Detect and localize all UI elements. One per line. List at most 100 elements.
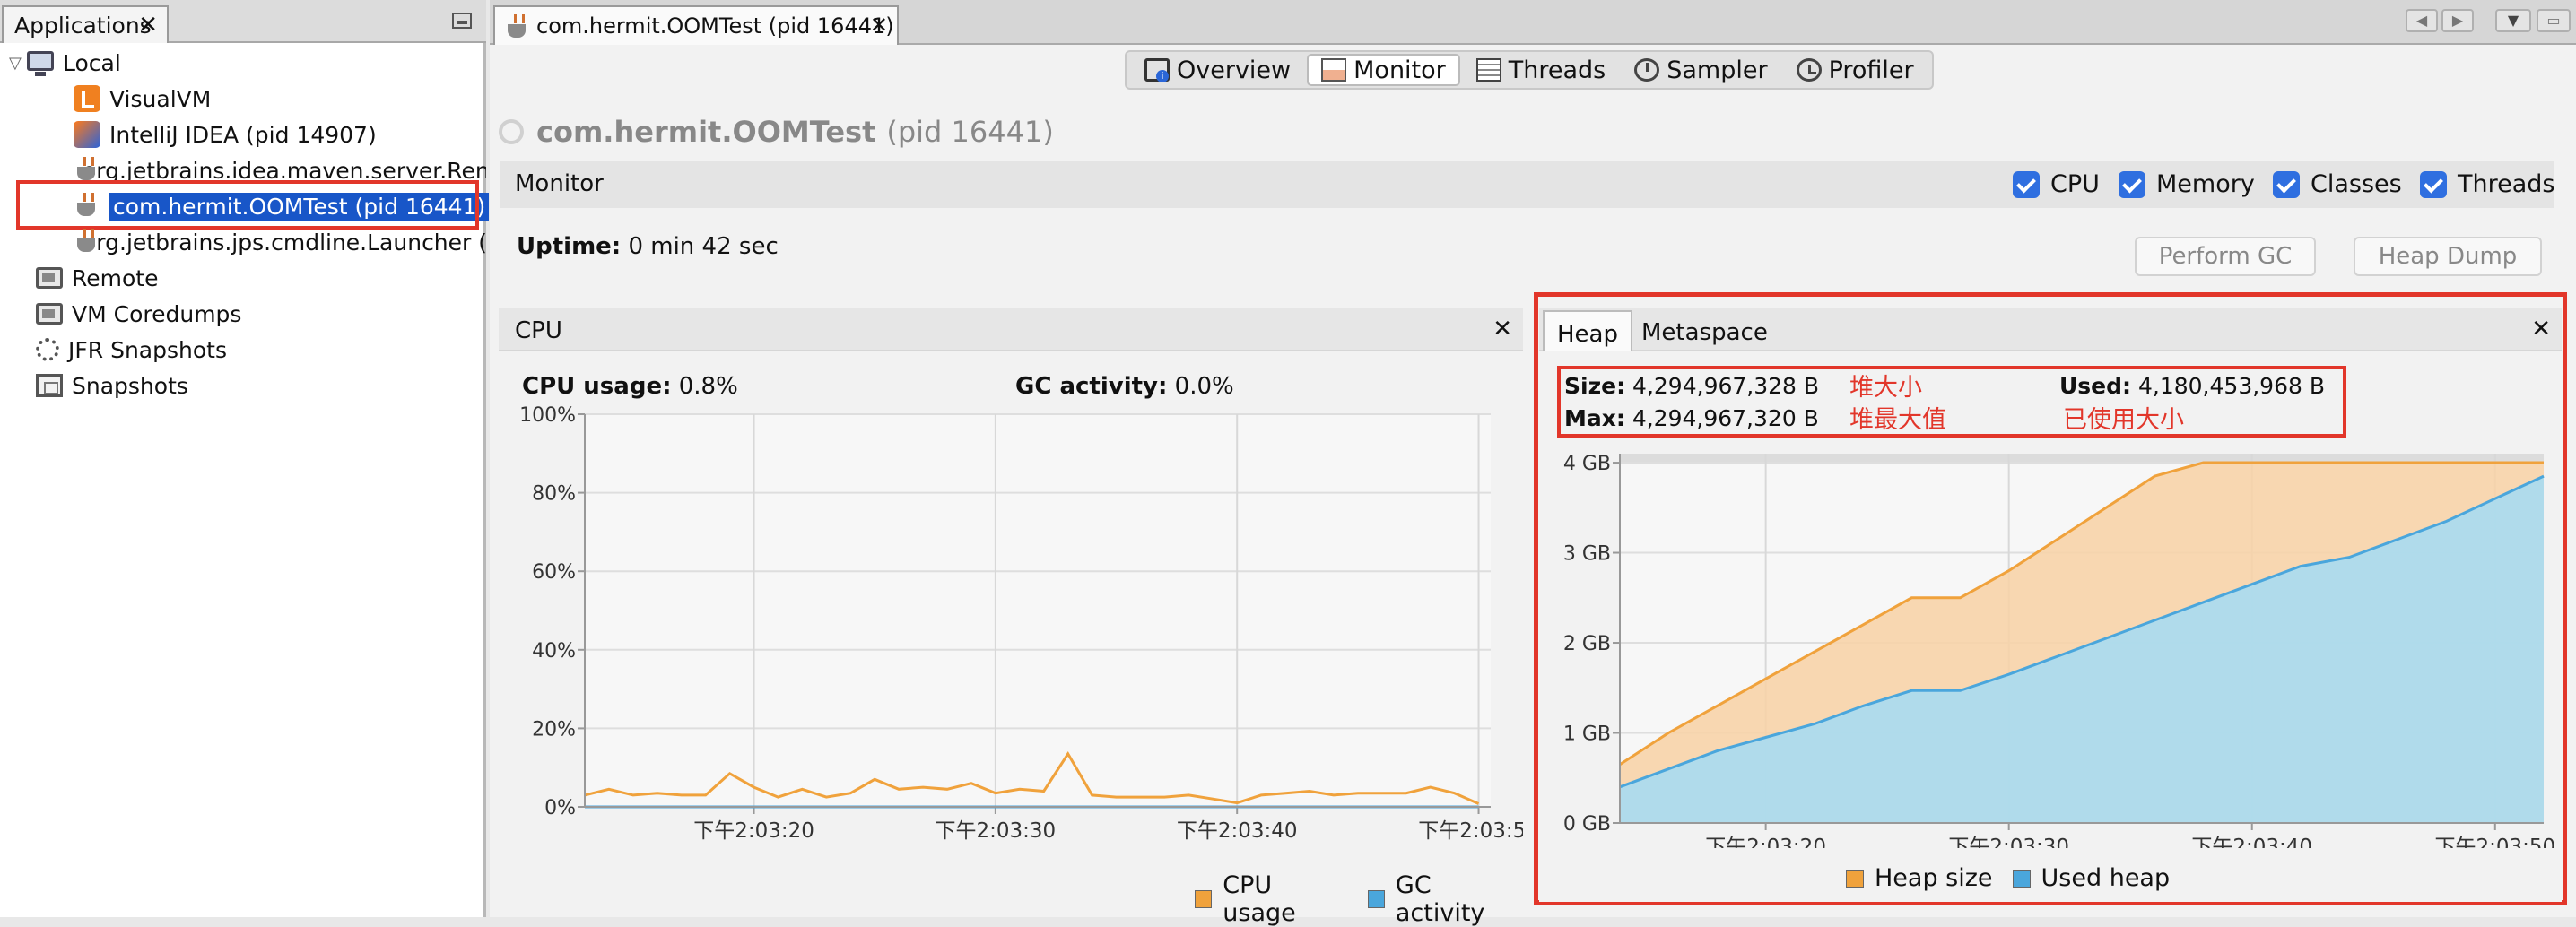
java-cup-icon bbox=[504, 14, 531, 41]
tree-node-snapshots[interactable]: Snapshots bbox=[36, 368, 188, 403]
x-tick-label: 下午2:03:50 bbox=[1418, 819, 1523, 843]
close-icon[interactable]: ✕ bbox=[1493, 316, 1512, 342]
legend-label-gc-activity: GC activity bbox=[1395, 871, 1485, 927]
status-indicator-icon bbox=[499, 119, 524, 144]
x-tick-label: 下午2:03:40 bbox=[2191, 836, 2312, 848]
tree-label: Snapshots bbox=[72, 372, 188, 399]
close-icon[interactable]: ✕ bbox=[870, 13, 888, 38]
threads-icon bbox=[1475, 58, 1501, 82]
cpu-panel-title: CPU bbox=[515, 317, 562, 344]
heap-tabbar: Heap Metaspace ✕ bbox=[1539, 308, 2562, 351]
tab-list-icon[interactable]: ▼ bbox=[2495, 9, 2531, 32]
document-tab[interactable]: com.hermit.OOMTest (pid 16441) ✕ bbox=[493, 5, 899, 45]
y-tick-label: 20% bbox=[532, 718, 576, 741]
close-icon[interactable]: ✕ bbox=[138, 12, 158, 39]
y-tick-label: 2 GB bbox=[1563, 633, 1611, 655]
tab-sampler[interactable]: Sampler bbox=[1622, 54, 1780, 86]
gc-activity-value: 0.0% bbox=[1174, 373, 1234, 400]
document-tab-label: com.hermit.OOMTest (pid 16441) bbox=[536, 13, 894, 39]
chevron-down-icon[interactable]: ▽ bbox=[9, 54, 27, 73]
heap-max-stat: Max: 4,294,967,320 B bbox=[1564, 405, 1819, 431]
tree-label-local: Local bbox=[63, 49, 121, 76]
y-tick-label: 100% bbox=[519, 405, 576, 427]
legend-label-heap-size: Heap size bbox=[1875, 864, 1993, 892]
heap-used-label: Used: bbox=[2059, 373, 2132, 399]
checkbox-checked-icon bbox=[2273, 170, 2300, 198]
uptime-value: 0 min 42 sec bbox=[628, 233, 779, 260]
tab-threads[interactable]: Threads bbox=[1464, 54, 1618, 86]
tree-item-jps-launcher[interactable]: org.jetbrains.jps.cmdline.Launcher ( bbox=[74, 224, 486, 260]
checkbox-classes[interactable]: Classes bbox=[2273, 170, 2402, 198]
intellij-icon bbox=[74, 121, 100, 148]
cpu-legend: CPU usage GC activity bbox=[1195, 871, 1523, 927]
tree-item-visualvm[interactable]: VisualVM bbox=[74, 81, 211, 117]
minimize-icon[interactable] bbox=[452, 13, 472, 29]
checkbox-label: CPU bbox=[2050, 170, 2100, 198]
tree-node-jfr-snapshots[interactable]: JFR Snapshots bbox=[36, 332, 227, 368]
monitor-label: Monitor bbox=[515, 170, 604, 197]
annotation-heap-used: 已使用大小 bbox=[2063, 406, 2184, 434]
y-tick-label: 80% bbox=[532, 483, 576, 506]
profiler-icon bbox=[1796, 58, 1822, 82]
y-tick-label: 0% bbox=[544, 797, 576, 819]
legend-swatch-used-heap bbox=[2012, 869, 2031, 888]
cpu-chart: 0% 20% 40% 60% 80% 100% 下午2:03:20 下午2:03:30 下午2:… bbox=[519, 405, 1523, 843]
gc-activity-label: GC activity: bbox=[1015, 373, 1168, 400]
legend-label-cpu-usage: CPU usage bbox=[1223, 871, 1296, 927]
scroll-right-icon[interactable]: ▶ bbox=[2441, 9, 2474, 32]
checkbox-cpu[interactable]: CPU bbox=[2013, 170, 2100, 198]
cpu-panel-header: CPU ✕ bbox=[499, 308, 1523, 351]
x-tick-label: 下午2:03:50 bbox=[2434, 836, 2555, 848]
tab-monitor[interactable]: Monitor bbox=[1307, 54, 1460, 86]
scroll-left-icon[interactable]: ◀ bbox=[2406, 9, 2438, 32]
page-title: com.hermit.OOMTest (pid 16441) bbox=[499, 115, 1054, 149]
heap-dump-button[interactable]: Heap Dump bbox=[2354, 237, 2542, 276]
tree-label: Remote bbox=[72, 264, 159, 291]
coredump-icon bbox=[36, 303, 63, 325]
applications-tab[interactable]: Applications ✕ bbox=[2, 5, 169, 43]
computer-icon bbox=[27, 51, 54, 76]
legend-swatch-gc-activity bbox=[1367, 890, 1385, 908]
tab-label: Sampler bbox=[1667, 56, 1768, 84]
app-name: com.hermit.OOMTest bbox=[536, 115, 876, 149]
legend-swatch-cpu-usage bbox=[1195, 890, 1213, 908]
monitor-icon bbox=[1321, 58, 1347, 82]
tree-node-local[interactable]: ▽ Local bbox=[9, 45, 121, 81]
heap-panel: Heap Metaspace ✕ Size: 4,294,967,328 B M… bbox=[1539, 308, 2562, 902]
tree-label: VM Coredumps bbox=[72, 300, 242, 327]
maximize-icon[interactable]: ▭ bbox=[2537, 9, 2571, 32]
checkbox-threads[interactable]: Threads bbox=[2420, 170, 2554, 198]
checkbox-memory[interactable]: Memory bbox=[2119, 170, 2255, 198]
cpu-usage-value: 0.8% bbox=[678, 373, 738, 400]
checkbox-label: Memory bbox=[2156, 170, 2255, 198]
annotation-heap-max: 堆最大值 bbox=[1849, 406, 1946, 434]
gc-activity-stat: GC activity: 0.0% bbox=[1015, 373, 1234, 400]
snapshot-icon bbox=[36, 374, 63, 397]
visualvm-icon bbox=[74, 85, 100, 112]
tab-label: Monitor bbox=[1353, 56, 1446, 84]
tab-profiler[interactable]: Profiler bbox=[1784, 54, 1927, 86]
tree-node-remote[interactable]: Remote bbox=[36, 260, 158, 296]
remote-host-icon bbox=[36, 267, 63, 289]
heap-used-value: 4,180,453,968 B bbox=[2137, 373, 2325, 399]
tab-heap[interactable]: Heap bbox=[1543, 310, 1632, 351]
heap-size-value: 4,294,967,328 B bbox=[1632, 373, 1820, 399]
checkbox-label: Threads bbox=[2458, 170, 2555, 198]
annotation-heap-size: 堆大小 bbox=[1849, 374, 1922, 402]
applications-tab-label: Applications bbox=[14, 13, 152, 39]
selection-highlight-box bbox=[16, 180, 479, 230]
perform-gc-button[interactable]: Perform GC bbox=[2135, 237, 2316, 276]
checkbox-checked-icon bbox=[2013, 170, 2040, 198]
tab-metaspace[interactable]: Metaspace bbox=[1629, 310, 1780, 351]
close-icon[interactable]: ✕ bbox=[2531, 316, 2551, 342]
monitor-header: Monitor CPU Memory Classes Threads bbox=[500, 161, 2554, 208]
plot-area bbox=[585, 414, 1491, 807]
tab-overview[interactable]: Overview bbox=[1132, 54, 1303, 86]
tree-node-vm-coredumps[interactable]: VM Coredumps bbox=[36, 296, 241, 332]
y-tick-label: 4 GB bbox=[1563, 453, 1611, 475]
tree-item-intellij[interactable]: IntelliJ IDEA (pid 14907) bbox=[74, 117, 377, 152]
legend-label-used-heap: Used heap bbox=[2041, 864, 2171, 892]
overview-icon bbox=[1144, 58, 1170, 82]
heap-max-label: Max: bbox=[1564, 405, 1625, 431]
heap-max-value: 4,294,967,320 B bbox=[1632, 405, 1819, 431]
